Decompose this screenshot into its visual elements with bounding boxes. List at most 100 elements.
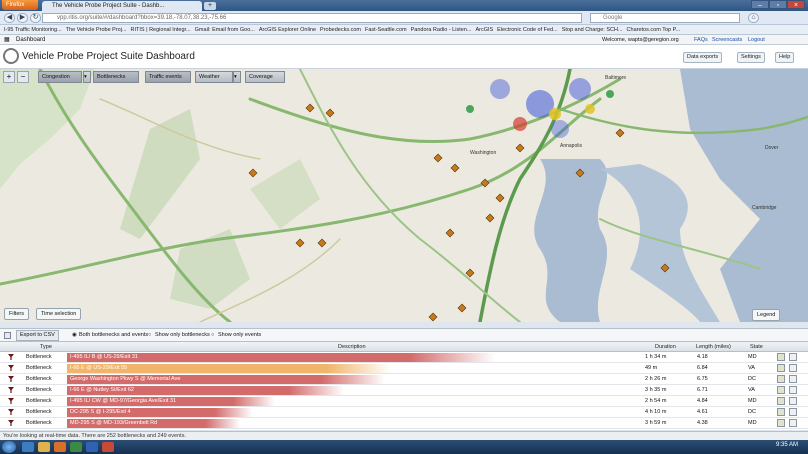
menu-icon[interactable]: ▦ <box>4 35 10 45</box>
column-length[interactable]: Length (miles) <box>696 342 731 352</box>
column-duration[interactable]: Duration <box>655 342 676 352</box>
home-icon[interactable]: ⌂ <box>748 13 759 23</box>
table-row[interactable]: Bottleneck I-495 IL/ B @ US-29/Exit 31 1 h… <box>0 352 808 363</box>
bookmark-item[interactable]: Pandora Radio - Listen... <box>411 25 472 34</box>
start-button[interactable] <box>2 441 16 453</box>
map-canvas: Baltimore Washington Dover Cambridge Ann… <box>0 69 808 322</box>
chevron-down-icon[interactable]: ▾ <box>233 71 241 83</box>
back-icon[interactable]: ◀ <box>4 13 15 23</box>
filters-button[interactable]: Filters <box>4 308 29 320</box>
map-zoom-icon[interactable] <box>777 353 785 361</box>
bookmark-item[interactable]: Fast-Seattle.com <box>365 25 407 34</box>
close-icon[interactable]: × <box>787 0 805 9</box>
map-zoom-icon[interactable] <box>777 364 785 372</box>
bookmark-item[interactable]: RITIS | Regional Integr... <box>131 25 191 34</box>
details-icon[interactable] <box>789 397 797 405</box>
bookmark-item[interactable]: The Vehicle Probe Proj... <box>66 25 127 34</box>
collapse-icon[interactable] <box>4 332 11 339</box>
clock: 9:35 AM <box>776 442 799 448</box>
page-tab-dashboard[interactable]: Dashboard <box>16 35 45 45</box>
firefox-icon[interactable] <box>54 442 66 452</box>
bookmark-item[interactable]: ArcGIS <box>475 25 493 34</box>
logout-link[interactable]: Logout <box>748 35 765 45</box>
firefox-menu-button[interactable]: Firefox <box>2 0 38 10</box>
faq-link[interactable]: FAQs <box>694 35 708 45</box>
column-description[interactable]: Description <box>338 342 366 352</box>
traffic-events-layer-button[interactable]: Traffic events <box>145 71 191 83</box>
bookmark-item[interactable]: ArcGIS Explorer Online <box>259 25 316 34</box>
table-row[interactable]: Bottleneck MD-295 S @ MD-193/Greenbelt Rd… <box>0 418 808 429</box>
row-description: MD-295 S @ MD-193/Greenbelt Rd <box>70 420 158 426</box>
table-row[interactable]: Bottleneck I-66 E @ Nutley St/Exit 62 3 h … <box>0 385 808 396</box>
map-zoom-icon[interactable] <box>777 408 785 416</box>
ie-icon[interactable] <box>22 442 34 452</box>
details-icon[interactable] <box>789 364 797 372</box>
column-type[interactable]: Type <box>40 342 52 352</box>
address-bar[interactable]: vpp.ritis.org/suite/#/dashboard?bbox=39.… <box>42 13 582 23</box>
time-selection-button[interactable]: Time selection <box>36 308 82 320</box>
details-icon[interactable] <box>789 419 797 427</box>
row-type: Bottleneck <box>26 409 52 415</box>
details-icon[interactable] <box>789 408 797 416</box>
row-type: Bottleneck <box>26 420 52 426</box>
details-icon[interactable] <box>789 386 797 394</box>
congestion-layer-button[interactable]: Congestion <box>38 71 82 83</box>
search-input[interactable]: Google <box>590 13 740 23</box>
map-zoom-icon[interactable] <box>777 375 785 383</box>
new-tab-button[interactable]: + <box>204 2 216 10</box>
bookmark-item[interactable]: Probedecks.com <box>320 25 361 34</box>
bookmark-item[interactable]: Charetos.com Top P... <box>627 25 681 34</box>
app-header: Vehicle Probe Project Suite Dashboard Da… <box>0 45 808 69</box>
row-description: I-495 IL/ B @ US-29/Exit 31 <box>70 354 138 360</box>
folder-icon[interactable] <box>38 442 50 452</box>
screencasts-link[interactable]: Screencasts <box>712 35 742 45</box>
row-length: 4.38 <box>697 420 708 426</box>
bookmarks-bar: I-95 Traffic Monitoring... The Vehicle Pr… <box>0 25 808 35</box>
minimize-icon[interactable]: – <box>751 0 769 9</box>
reload-icon[interactable]: ↻ <box>30 13 41 23</box>
map-zoom-icon[interactable] <box>777 397 785 405</box>
bookmark-item[interactable]: Stop and Charge: SCH... <box>562 25 623 34</box>
table-row[interactable]: Bottleneck DC-295 S @ I-295/Exit 4 4 h 10 … <box>0 407 808 418</box>
forward-icon[interactable]: ▶ <box>17 13 28 23</box>
powerpoint-icon[interactable] <box>102 442 114 452</box>
row-duration: 2 h 26 m <box>645 376 667 382</box>
row-description: George Washington Pkwy S @ Memorial Ave <box>70 376 181 382</box>
row-state: VA <box>748 365 755 371</box>
bookmark-item[interactable]: Gmail: Email from Goo... <box>195 25 255 34</box>
map-toolbar: + − Congestion ▾ Bottlenecks Traffic eve… <box>0 69 808 85</box>
coverage-layer-button[interactable]: Coverage <box>245 71 285 83</box>
zoom-out-icon[interactable]: − <box>17 71 29 83</box>
map-zoom-icon[interactable] <box>777 419 785 427</box>
bottlenecks-layer-button[interactable]: Bottlenecks <box>93 71 139 83</box>
table-row[interactable]: Bottleneck I-495 IL/ CW @ MD-97/Georgia A… <box>0 396 808 407</box>
row-state: DC <box>748 376 756 382</box>
word-icon[interactable] <box>86 442 98 452</box>
zoom-in-icon[interactable]: + <box>3 71 15 83</box>
excel-icon[interactable] <box>70 442 82 452</box>
bookmark-item[interactable]: Electronic Code of Fed... <box>497 25 558 34</box>
column-state[interactable]: State <box>750 342 763 352</box>
settings-button[interactable]: Settings <box>737 52 765 63</box>
table-row[interactable]: Bottleneck George Washington Pkwy S @ Mem… <box>0 374 808 385</box>
export-csv-button[interactable]: Export to CSV <box>16 330 59 341</box>
maximize-icon[interactable]: ▫ <box>769 0 787 9</box>
data-exports-button[interactable]: Data exports <box>683 52 723 63</box>
details-icon[interactable] <box>789 353 797 361</box>
row-duration: 2 h 54 m <box>645 398 667 404</box>
help-button[interactable]: Help <box>775 52 795 63</box>
legend-button[interactable]: Legend <box>752 309 781 321</box>
browser-tab[interactable]: The Vehicle Probe Project Suite - Dashb.… <box>42 1 202 11</box>
row-state: MD <box>748 354 757 360</box>
row-length: 6.84 <box>697 365 708 371</box>
bottleneck-icon <box>8 387 14 393</box>
row-state: DC <box>748 409 756 415</box>
map-view[interactable]: Baltimore Washington Dover Cambridge Ann… <box>0 69 808 322</box>
table-row[interactable]: Bottleneck I-66 E @ US-29/Exit 55 49 m 6.84… <box>0 363 808 374</box>
map-zoom-icon[interactable] <box>777 386 785 394</box>
weather-layer-button[interactable]: Weather <box>195 71 233 83</box>
bookmark-item[interactable]: I-95 Traffic Monitoring... <box>4 25 62 34</box>
bottleneck-table: Bottleneck I-495 IL/ B @ US-29/Exit 31 1 h… <box>0 352 808 430</box>
details-icon[interactable] <box>789 375 797 383</box>
chevron-down-icon[interactable]: ▾ <box>83 71 91 83</box>
